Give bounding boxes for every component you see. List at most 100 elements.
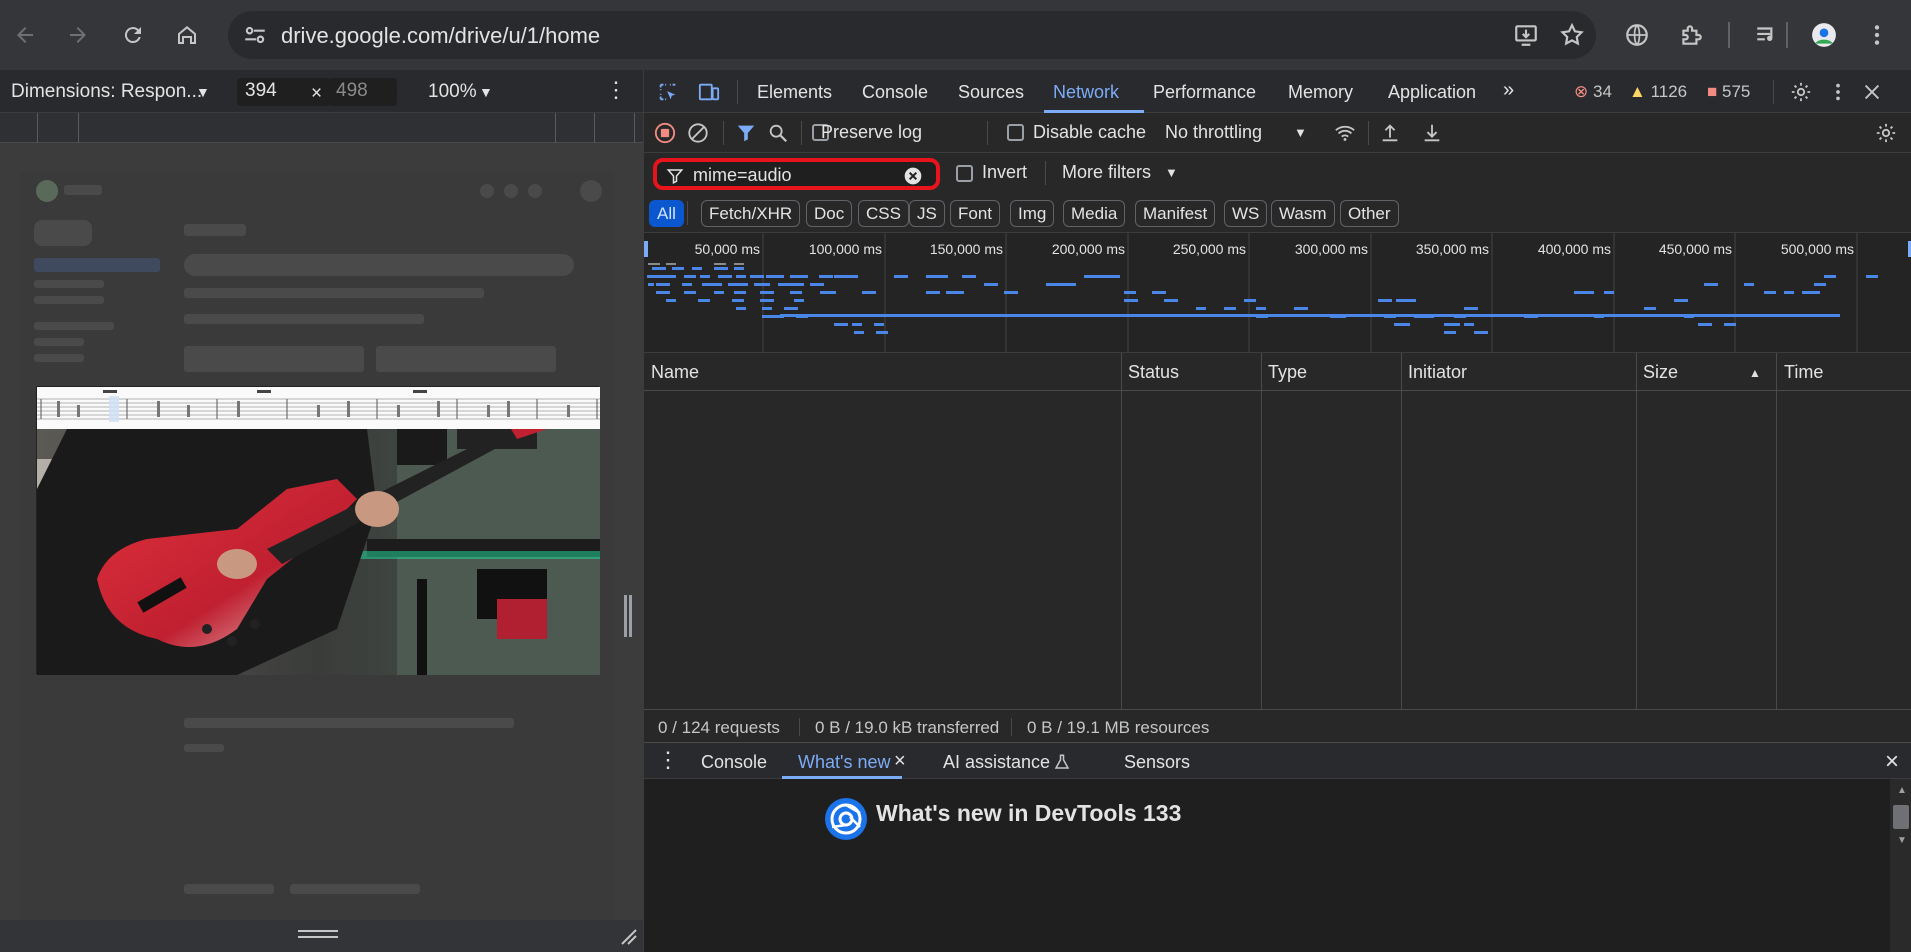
type-filter-other[interactable]: Other: [1340, 200, 1399, 227]
more-filters-dropdown[interactable]: More filters: [1062, 162, 1151, 183]
settings-gear-icon[interactable]: [1789, 80, 1813, 104]
inspect-element-icon[interactable]: [656, 80, 680, 104]
url-text[interactable]: drive.google.com/drive/u/1/home: [281, 23, 600, 49]
column-type[interactable]: Type: [1268, 362, 1307, 383]
search-icon[interactable]: [766, 121, 790, 145]
column-status[interactable]: Status: [1128, 362, 1179, 383]
type-filter-css[interactable]: CSS: [858, 200, 909, 227]
drawer-menu-icon[interactable]: ⋮: [657, 747, 679, 773]
type-filter-wasm[interactable]: Wasm: [1271, 200, 1335, 227]
type-filter-fetch-xhr[interactable]: Fetch/XHR: [701, 200, 801, 227]
type-filter-manifest[interactable]: Manifest: [1135, 200, 1216, 227]
disable-cache-checkbox[interactable]: [1007, 124, 1024, 141]
export-har-download-icon[interactable]: [1420, 121, 1444, 145]
column-initiator[interactable]: Initiator: [1408, 362, 1467, 383]
filter-input-value[interactable]: mime=audio: [693, 165, 792, 186]
reload-button[interactable]: [116, 18, 150, 52]
type-filter-media[interactable]: Media: [1063, 200, 1126, 227]
drawer-tab-whats-new[interactable]: What's new: [798, 752, 890, 773]
more-tabs-chevron-icon[interactable]: »: [1503, 79, 1514, 102]
corner-resize-icon[interactable]: [618, 926, 638, 946]
scrollbar-thumb[interactable]: [1893, 805, 1909, 829]
record-stop-icon[interactable]: [653, 121, 677, 145]
column-divider[interactable]: [1776, 353, 1777, 709]
issues-count[interactable]: ■ 575: [1707, 82, 1750, 102]
overview-left-handle[interactable]: [644, 241, 648, 257]
drawer-tab-sensors[interactable]: Sensors: [1124, 752, 1190, 773]
tab-elements[interactable]: Elements: [757, 82, 832, 103]
dimensions-dropdown[interactable]: Dimensions: Respon...: [11, 81, 202, 103]
ruler-segment[interactable]: [634, 113, 635, 143]
clear-icon[interactable]: [686, 121, 710, 145]
column-name[interactable]: Name: [651, 362, 699, 383]
network-conditions-wifi-icon[interactable]: [1333, 121, 1357, 145]
address-bar[interactable]: drive.google.com/drive/u/1/home: [228, 11, 1596, 59]
close-drawer-icon[interactable]: ×: [1885, 748, 1899, 776]
chrome-menu-icon[interactable]: [1862, 20, 1892, 50]
drawer-scrollbar[interactable]: ▲ ▼: [1890, 779, 1911, 952]
ruler-segment[interactable]: [78, 113, 79, 143]
scroll-down-icon[interactable]: ▼: [1897, 835, 1907, 846]
video-player[interactable]: [36, 386, 600, 675]
device-toggle-icon[interactable]: [696, 80, 722, 104]
column-size[interactable]: Size: [1643, 362, 1678, 383]
chevron-down-icon[interactable]: ▼: [479, 84, 493, 100]
import-har-upload-icon[interactable]: [1378, 121, 1402, 145]
type-filter-js[interactable]: JS: [909, 200, 945, 227]
device-resize-bar[interactable]: [0, 920, 643, 952]
close-tab-icon[interactable]: ×: [894, 750, 906, 773]
tab-network[interactable]: Network: [1053, 82, 1119, 103]
drawer-tab-console[interactable]: Console: [701, 752, 767, 773]
close-devtools-icon[interactable]: [1860, 80, 1884, 104]
media-query-ruler[interactable]: [0, 113, 643, 143]
error-count[interactable]: ⊗ 34: [1574, 82, 1612, 102]
warning-count[interactable]: ▲ 1126: [1629, 82, 1687, 102]
more-options-icon[interactable]: ⋮: [605, 77, 627, 103]
resize-grip-icon[interactable]: [298, 930, 338, 932]
filter-input[interactable]: mime=audio: [653, 158, 940, 190]
clear-filter-icon[interactable]: [903, 166, 923, 186]
tab-performance[interactable]: Performance: [1153, 82, 1256, 103]
back-button[interactable]: [8, 18, 42, 52]
tab-memory[interactable]: Memory: [1288, 82, 1353, 103]
ruler-segment[interactable]: [37, 113, 38, 143]
install-app-icon[interactable]: [1513, 22, 1539, 48]
scroll-up-icon[interactable]: ▲: [1897, 785, 1907, 796]
ruler-segment[interactable]: [594, 113, 595, 143]
tab-sources[interactable]: Sources: [958, 82, 1024, 103]
bookmark-star-icon[interactable]: [1559, 22, 1585, 48]
type-filter-font[interactable]: Font: [950, 200, 1001, 227]
chevron-down-icon[interactable]: ▼: [1165, 165, 1178, 180]
column-divider[interactable]: [1401, 353, 1402, 709]
extensions-puzzle-icon[interactable]: [1676, 20, 1706, 50]
chevron-down-icon[interactable]: ▼: [196, 84, 210, 100]
tab-console[interactable]: Console: [862, 82, 928, 103]
media-controls-icon[interactable]: [1752, 20, 1782, 50]
type-filter-all[interactable]: All: [649, 200, 684, 227]
network-settings-gear-icon[interactable]: [1874, 121, 1898, 145]
translate-globe-icon[interactable]: [1622, 20, 1652, 50]
height-input[interactable]: 498: [328, 78, 397, 106]
type-filter-img[interactable]: Img: [1010, 200, 1055, 227]
column-divider[interactable]: [1636, 353, 1637, 709]
pane-resize-handle[interactable]: [624, 595, 632, 637]
zoom-dropdown[interactable]: 100%: [428, 81, 477, 103]
drawer-tab-ai-assistance[interactable]: AI assistance: [943, 752, 1050, 773]
forward-button[interactable]: [61, 18, 95, 52]
tab-application[interactable]: Application: [1388, 82, 1476, 103]
invert-checkbox[interactable]: [956, 165, 973, 182]
devtools-menu-icon[interactable]: [1826, 80, 1850, 104]
profile-avatar[interactable]: [1809, 20, 1839, 50]
column-time[interactable]: Time: [1784, 362, 1823, 383]
chevron-down-icon[interactable]: ▼: [1294, 125, 1307, 140]
site-settings-icon[interactable]: [242, 22, 268, 48]
column-divider[interactable]: [1121, 353, 1122, 709]
filter-funnel-icon[interactable]: [734, 121, 758, 145]
type-filter-ws[interactable]: WS: [1224, 200, 1268, 227]
ruler-segment[interactable]: [555, 113, 556, 143]
type-filter-doc[interactable]: Doc: [806, 200, 853, 227]
network-overview-timeline[interactable]: 50,000 ms 100,000 ms 150,000 ms 200,000 ms 2…: [644, 233, 1911, 353]
home-button[interactable]: [170, 18, 204, 52]
throttling-select[interactable]: No throttling: [1165, 122, 1262, 143]
column-divider[interactable]: [1261, 353, 1262, 709]
